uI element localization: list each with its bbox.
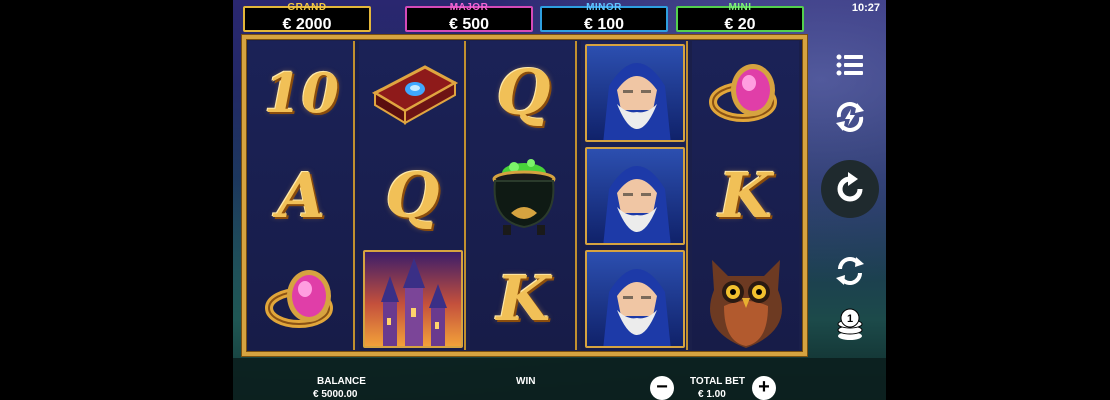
symbol-cauldron bbox=[470, 144, 577, 247]
bet-button[interactable]: 1 bbox=[831, 306, 869, 344]
spin-button[interactable] bbox=[821, 160, 879, 218]
symbol-ring bbox=[692, 41, 799, 144]
wizard-icon bbox=[602, 62, 671, 140]
turbo-icon bbox=[836, 102, 864, 132]
jackpot-mini-title: MINI bbox=[728, 2, 752, 13]
jackpot-mini: MINI € 20 bbox=[676, 2, 804, 33]
autoplay-button[interactable] bbox=[831, 252, 869, 290]
increase-bet-button[interactable]: + bbox=[752, 376, 776, 400]
symbol-ring bbox=[248, 247, 355, 350]
symbol-wizard bbox=[581, 144, 688, 247]
jackpot-grand-value: € 2000 bbox=[282, 16, 332, 33]
symbol-spellbook bbox=[359, 41, 466, 144]
symbol-queen-text: Q bbox=[385, 159, 440, 232]
reel-4 bbox=[581, 41, 688, 350]
castle-icon bbox=[380, 257, 447, 346]
symbol-castle bbox=[359, 247, 466, 350]
balance-label: BALANCE bbox=[317, 376, 366, 387]
status-time: 10:27 bbox=[851, 2, 880, 14]
wizard-icon bbox=[602, 165, 671, 243]
bottom-bar: BALANCE € 5000.00 WIN − TOTAL BET € 1.00… bbox=[233, 358, 886, 400]
autoplay-icon bbox=[836, 257, 864, 285]
symbol-king: K bbox=[470, 247, 577, 350]
symbol-ten-text: 10 bbox=[263, 60, 340, 125]
reel-frame: 10 A Q Q K K bbox=[242, 35, 807, 356]
ring-icon bbox=[264, 269, 333, 328]
symbol-queen: Q bbox=[470, 41, 577, 144]
total-bet-label: TOTAL BET bbox=[690, 376, 745, 387]
symbol-king: K bbox=[692, 144, 799, 247]
symbol-queen-text: Q bbox=[496, 56, 551, 129]
screen: 10:27 GRAND € 2000 MAJOR € 500 MINOR € 1… bbox=[0, 0, 1110, 400]
spellbook-icon bbox=[371, 64, 458, 125]
svg-text:1: 1 bbox=[847, 313, 853, 325]
symbol-king-text: K bbox=[496, 262, 551, 335]
jackpot-minor: MINOR € 100 bbox=[540, 2, 668, 33]
cauldron-icon bbox=[492, 158, 555, 235]
reel-2: Q bbox=[359, 41, 466, 350]
symbol-queen: Q bbox=[359, 144, 466, 247]
jackpot-grand: GRAND € 2000 bbox=[243, 2, 371, 33]
symbol-king-text: K bbox=[718, 159, 773, 232]
jackpot-grand-title: GRAND bbox=[287, 2, 327, 13]
jackpot-minor-value: € 100 bbox=[583, 16, 625, 33]
ring-icon bbox=[708, 63, 777, 122]
jackpot-minor-title: MINOR bbox=[586, 2, 622, 13]
symbol-wizard bbox=[581, 247, 688, 350]
jackpot-mini-value: € 20 bbox=[724, 16, 756, 33]
menu-icon bbox=[836, 54, 863, 76]
turbo-button[interactable] bbox=[831, 98, 869, 136]
decrease-bet-button[interactable]: − bbox=[650, 376, 674, 400]
symbol-ten: 10 bbox=[248, 41, 355, 144]
symbol-ace-text: A bbox=[277, 159, 326, 232]
balance-value: € 5000.00 bbox=[313, 389, 358, 400]
spin-icon bbox=[837, 172, 863, 202]
symbol-wizard bbox=[581, 41, 688, 144]
jackpot-major-title: MAJOR bbox=[449, 2, 489, 13]
reel-3: Q K bbox=[470, 41, 577, 350]
total-bet-value: € 1.00 bbox=[698, 389, 726, 400]
symbol-ace: A bbox=[248, 144, 355, 247]
reel-5: K bbox=[692, 41, 799, 350]
jackpot-major-value: € 500 bbox=[448, 16, 490, 33]
jackpot-major: MAJOR € 500 bbox=[405, 2, 533, 33]
wizard-icon bbox=[602, 268, 671, 346]
owl-icon bbox=[709, 259, 782, 348]
reel-1: 10 A bbox=[248, 41, 355, 350]
win-label: WIN bbox=[516, 376, 536, 387]
menu-button[interactable] bbox=[831, 46, 869, 84]
bet-coins-icon: 1 bbox=[837, 308, 863, 340]
symbol-owl bbox=[692, 247, 799, 350]
slot-game: 10:27 GRAND € 2000 MAJOR € 500 MINOR € 1… bbox=[233, 0, 886, 400]
